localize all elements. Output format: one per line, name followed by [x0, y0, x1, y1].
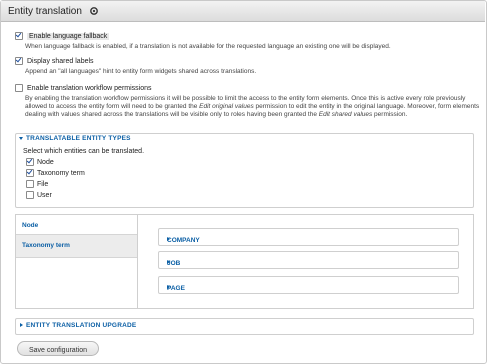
- tab-node-label: Node: [22, 222, 39, 229]
- workflow-description: By enabling the translation workflow per…: [25, 95, 480, 119]
- panel-header: Entity translation: [1, 1, 485, 22]
- workflow-label: Enable translation workflow permissions: [27, 84, 152, 92]
- entity-types-legend-text: TRANSLATABLE ENTITY TYPES: [26, 135, 131, 142]
- entity-type-user-label: User: [37, 191, 52, 199]
- entity-type-node-checkbox[interactable]: [26, 158, 34, 166]
- entity-type-taxonomy-term-checkbox[interactable]: [26, 169, 34, 177]
- entity-type-taxonomy-term-label: Taxonomy term: [37, 169, 85, 177]
- entity-types-legend[interactable]: TRANSLATABLE ENTITY TYPES: [19, 135, 131, 142]
- expand-arrow-icon: [20, 323, 23, 328]
- entity-types-intro: Select which entities can be translated.: [23, 148, 145, 155]
- edit-shared-values-text: Edit shared values: [318, 111, 373, 118]
- edit-original-values-text: Edit original values: [199, 103, 254, 110]
- pane-job[interactable]: JOB: [158, 251, 459, 269]
- fallback-description: When language fallback is enabled, if a …: [25, 43, 391, 50]
- entity-type-user-checkbox[interactable]: [26, 191, 34, 199]
- shared-labels-option[interactable]: Display shared labels: [15, 57, 94, 65]
- entity-type-taxonomy-term[interactable]: Taxonomy term: [26, 169, 85, 177]
- workflow-description-part-3: permission.: [372, 111, 408, 118]
- workflow-option[interactable]: Enable translation workflow permissions: [15, 84, 152, 92]
- tab-taxonomy-term-label: Taxonomy term: [22, 242, 70, 249]
- pane-job-label: JOB: [167, 260, 181, 267]
- entity-type-node[interactable]: Node: [26, 158, 54, 166]
- fallback-checkbox[interactable]: [15, 32, 23, 40]
- entity-type-file-checkbox[interactable]: [26, 180, 34, 188]
- pane-page-label: PAGE: [167, 285, 185, 292]
- shared-labels-description: Append an "all languages" hint to entity…: [25, 68, 257, 75]
- fallback-option[interactable]: Enable language fallback: [15, 32, 110, 40]
- shared-labels-checkbox[interactable]: [15, 57, 23, 65]
- entity-type-file-label: File: [37, 180, 49, 188]
- entity-type-node-label: Node: [37, 158, 54, 166]
- pane-page[interactable]: PAGE: [158, 276, 459, 294]
- tab-taxonomy-term[interactable]: Taxonomy term: [16, 234, 137, 258]
- page-title: Entity translation: [8, 6, 82, 17]
- fallback-label: Enable language fallback: [27, 32, 110, 40]
- entity-type-file[interactable]: File: [26, 180, 48, 188]
- entity-type-user[interactable]: User: [26, 191, 52, 199]
- gear-icon[interactable]: [89, 6, 99, 16]
- upgrade-legend-text: ENTITY TRANSLATION UPGRADE: [26, 322, 137, 329]
- save-configuration-button[interactable]: Save configuration: [17, 341, 99, 356]
- pane-company-label: COMPANY: [167, 237, 200, 244]
- vertical-tab-list: Node Taxonomy term: [16, 215, 138, 308]
- collapse-arrow-icon: [19, 136, 23, 140]
- shared-labels-label: Display shared labels: [27, 57, 94, 65]
- upgrade-legend[interactable]: ENTITY TRANSLATION UPGRADE: [20, 322, 136, 329]
- pane-company[interactable]: COMPANY: [158, 228, 459, 246]
- workflow-checkbox[interactable]: [15, 84, 23, 92]
